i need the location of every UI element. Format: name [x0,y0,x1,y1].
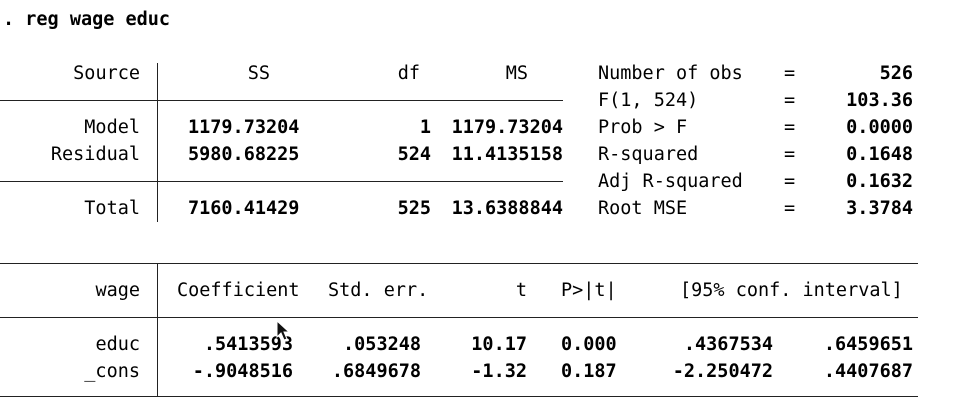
coef-ci-hi: .6459651 [823,334,913,355]
fit-stat-label: Prob > F [598,117,688,138]
anova-ss: 5980.68225 [188,144,300,165]
coef-se: .6849678 [331,361,421,382]
fit-stat-eq: = [784,198,796,219]
fit-stat-value: 0.0000 [846,117,913,138]
anova-ms: 11.4135158 [451,144,563,165]
coef-value: .5413593 [203,334,293,355]
coef-p: 0.000 [561,334,617,355]
anova-source: Residual [50,144,140,165]
coef-value: -.9048516 [192,361,293,382]
coef-header-var: wage [95,280,140,301]
fit-stat-label: Adj R-squared [598,171,743,192]
coef-t: 10.17 [471,334,527,355]
anova-df: 524 [397,144,431,165]
anova-divider [157,63,158,222]
anova-ms: 13.6388844 [451,198,563,219]
coef-header-t: t [515,280,527,301]
coef-t: -1.32 [471,361,527,382]
command-line: . reg wage educ [3,9,171,30]
anova-header-source: Source [73,63,140,84]
coef-header-ci: [95% conf. interval] [680,280,903,301]
coef-top-rule [0,263,918,264]
fit-stat-eq: = [784,171,796,192]
fit-stat-value: 0.1632 [846,171,913,192]
fit-stat-label: R-squared [598,144,699,165]
fit-stat-label: F(1, 524) [598,90,699,111]
fit-stat-value: 3.3784 [846,198,913,219]
coef-p: 0.187 [561,361,617,382]
anova-header-df: df [397,63,420,84]
fit-stat-value: 103.36 [846,90,913,111]
anova-total-rule [0,181,563,182]
anova-df: 525 [397,198,431,219]
fit-stat-eq: = [784,90,796,111]
anova-header-rule [0,100,563,101]
anova-df: 1 [419,117,431,138]
fit-stat-eq: = [784,117,796,138]
anova-ms: 1179.73204 [451,117,563,138]
fit-stat-value: 526 [879,63,913,84]
mouse-cursor-icon [276,320,290,341]
coef-var: educ [95,334,140,355]
anova-source: Total [84,198,140,219]
fit-stat-eq: = [784,63,796,84]
coef-ci-lo: -2.250472 [672,361,773,382]
anova-header-ms: MS [505,63,528,84]
coef-header-rule [0,317,918,318]
anova-header-ss: SS [247,63,270,84]
coef-ci-lo: .4367534 [683,334,773,355]
coef-header-se: Std. err. [328,280,429,301]
coef-se: .053248 [343,334,421,355]
anova-source: Model [84,117,140,138]
coef-ci-hi: .4407687 [823,361,913,382]
coef-header-p: P>|t| [561,280,617,301]
fit-stat-eq: = [784,144,796,165]
anova-ss: 1179.73204 [188,117,300,138]
fit-stat-label: Number of obs [598,63,743,84]
coef-var: _cons [84,361,140,382]
fit-stat-value: 0.1648 [846,144,913,165]
coef-bottom-rule [0,396,918,397]
coef-header-coef: Coefficient [177,280,300,301]
fit-stat-label: Root MSE [598,198,688,219]
anova-ss: 7160.41429 [188,198,300,219]
coef-divider [157,263,158,396]
